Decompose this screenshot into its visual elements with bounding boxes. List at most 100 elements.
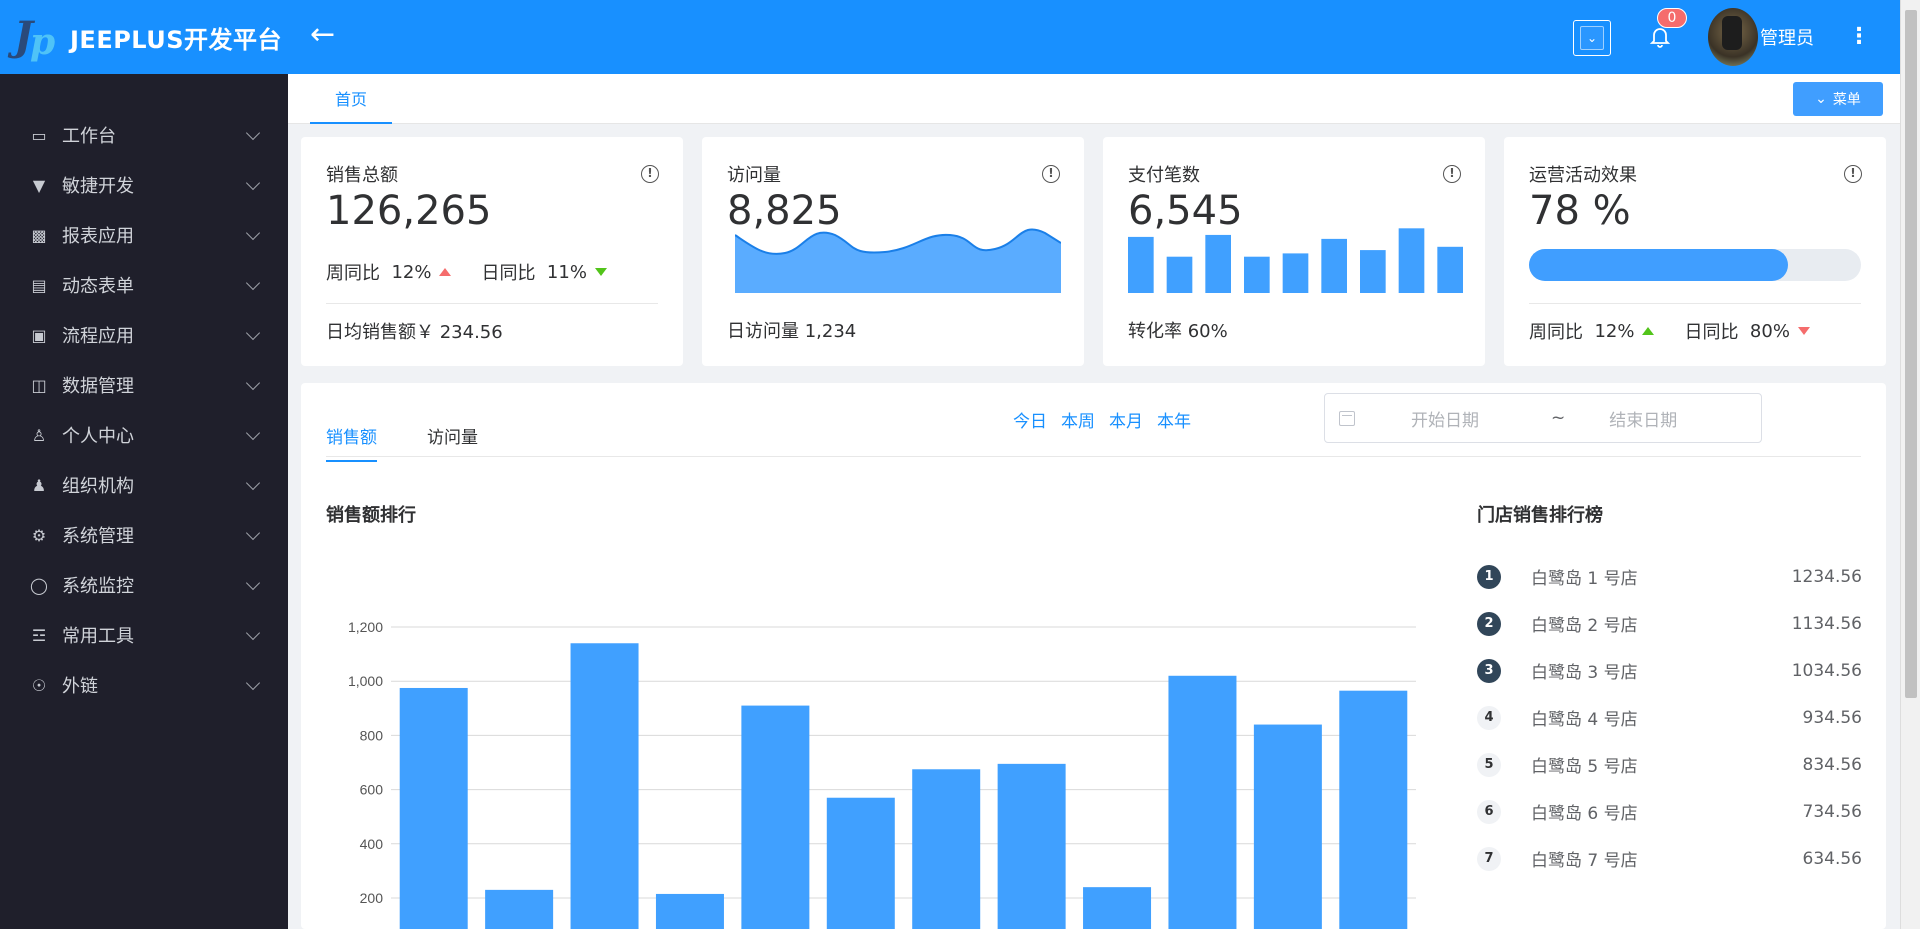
- card-visits: 访问量 ! 8,825 日访问量 1,234: [702, 137, 1084, 366]
- menu-button-label: 菜单: [1832, 92, 1861, 108]
- sidebar-item-7[interactable]: ♟ 组织机构: [0, 460, 288, 510]
- store-name: 白鹭岛 7 号店: [1531, 851, 1638, 871]
- back-arrow-icon[interactable]: ←: [310, 20, 335, 50]
- y-tick-label: 1,200: [348, 619, 383, 635]
- logo-area[interactable]: Jp JEEPLUS开发平台: [0, 0, 288, 74]
- gitlab-icon: ▼: [32, 175, 46, 195]
- chart-title: 销售额排行: [326, 505, 416, 526]
- mini-bar: [1244, 256, 1270, 293]
- mini-bar: [1437, 246, 1463, 293]
- sidebar-item-label: 个人中心: [62, 426, 134, 447]
- store-name: 白鹭岛 1 号店: [1531, 569, 1638, 589]
- date-separator: ~: [1551, 408, 1566, 428]
- store-sales-value: 834.56: [1802, 754, 1862, 775]
- mini-bar: [1360, 250, 1386, 293]
- bar[interactable]: [1083, 887, 1152, 929]
- range-month[interactable]: 本月: [1109, 407, 1143, 432]
- y-tick-label: 200: [360, 890, 384, 906]
- bar[interactable]: [570, 643, 639, 929]
- sidebar-item-1[interactable]: ▼ 敏捷开发: [0, 160, 288, 210]
- sidebar-item-2[interactable]: ▩ 报表应用: [0, 210, 288, 260]
- sidebar-item-6[interactable]: ♙ 个人中心: [0, 410, 288, 460]
- cubes-icon: ▣: [31, 325, 47, 345]
- sales-bar-chart: 200 400 600 800 1,000 1,200: [348, 619, 1416, 929]
- end-date-input[interactable]: 结束日期: [1609, 406, 1677, 431]
- bar[interactable]: [912, 769, 981, 929]
- ranking-list: 1 白鹭岛 1 号店 1234.56 2 白鹭岛 2 号店 1134.56 3 白鹭岛 3 号…: [1477, 553, 1862, 882]
- card-footer: 转化率 60%: [1128, 321, 1228, 342]
- bar[interactable]: [485, 889, 554, 929]
- week-value: 12%: [1594, 320, 1635, 342]
- day-label: 日同比: [481, 263, 536, 284]
- sidebar-item-4[interactable]: ▣ 流程应用: [0, 310, 288, 360]
- rank-number: 6: [1477, 799, 1501, 824]
- info-icon[interactable]: !: [641, 165, 659, 183]
- ranking-title: 门店销售排行榜: [1477, 505, 1603, 526]
- bar[interactable]: [826, 797, 895, 929]
- form-icon: ▤: [31, 275, 47, 295]
- sidebar-item-8[interactable]: ⚙ 系统管理: [0, 510, 288, 560]
- chevron-down-icon: [245, 525, 261, 541]
- chevron-down-icon: [245, 275, 261, 291]
- calendar-icon: [1339, 410, 1355, 426]
- sidebar-item-10[interactable]: ☲ 常用工具: [0, 610, 288, 660]
- ranking-row: 6 白鹭岛 6 号店 734.56: [1477, 788, 1862, 835]
- card-title: 访问量: [727, 165, 781, 186]
- bar[interactable]: [997, 763, 1066, 929]
- range-year[interactable]: 本年: [1157, 407, 1191, 432]
- bar[interactable]: [1253, 724, 1322, 929]
- tabs-divider: [326, 456, 1861, 457]
- sidebar-item-3[interactable]: ▤ 动态表单: [0, 260, 288, 310]
- store-name: 白鹭岛 6 号店: [1531, 804, 1638, 824]
- header-dropdown-button[interactable]: ⌄: [1573, 20, 1611, 56]
- store-sales-value: 634.56: [1802, 848, 1862, 869]
- sidebar-item-label: 动态表单: [62, 276, 134, 297]
- bar[interactable]: [655, 893, 724, 929]
- info-icon[interactable]: !: [1844, 165, 1862, 183]
- mini-bar: [1166, 256, 1193, 293]
- user-secret-icon: ♙: [31, 425, 47, 445]
- notification-badge: 0: [1657, 8, 1687, 28]
- menu-button[interactable]: ⌄ 菜单: [1793, 82, 1883, 116]
- sidebar-item-11[interactable]: ☉ 外链: [0, 660, 288, 710]
- store-name: 白鹭岛 3 号店: [1531, 663, 1638, 683]
- bar[interactable]: [741, 705, 810, 929]
- chevron-down-icon: [245, 425, 261, 441]
- date-range-picker[interactable]: 开始日期 ~ 结束日期: [1324, 393, 1762, 443]
- sidebar-item-9[interactable]: ◯ 系统监控: [0, 560, 288, 610]
- tab-home[interactable]: 首页: [310, 74, 392, 124]
- trend-up-icon: [1642, 327, 1655, 335]
- bar[interactable]: [1339, 690, 1408, 929]
- sidebar-item-label: 常用工具: [62, 626, 134, 647]
- info-icon[interactable]: !: [1042, 165, 1060, 183]
- user-name[interactable]: 管理员: [1760, 24, 1814, 50]
- week-trend: 周同比 12%: [1529, 318, 1655, 344]
- more-vertical-icon[interactable]: ⋮: [1848, 26, 1870, 48]
- store-sales-value: 1234.56: [1791, 566, 1862, 587]
- scroll-thumb[interactable]: [1905, 10, 1917, 698]
- range-week[interactable]: 本周: [1061, 407, 1095, 432]
- day-label: 日同比: [1684, 322, 1739, 343]
- start-date-input[interactable]: 开始日期: [1411, 406, 1521, 431]
- y-tick-label: 1,000: [348, 673, 383, 689]
- org-icon: ♟: [31, 475, 47, 495]
- bar[interactable]: [399, 687, 468, 929]
- card-sales-total: 销售总额 ! 126,265 周同比 12% 日同比 11% 日均销售额￥ 23…: [301, 137, 683, 366]
- bar[interactable]: [1168, 675, 1237, 929]
- mini-bar: [1128, 236, 1154, 293]
- page-scrollbar[interactable]: [1900, 0, 1920, 929]
- week-label: 周同比: [326, 263, 380, 284]
- ranking-row: 2 白鹭岛 2 号店 1134.56: [1477, 600, 1862, 647]
- sidebar-item-5[interactable]: ◫ 数据管理: [0, 360, 288, 410]
- sidebar-item-0[interactable]: ▭ 工作台: [0, 110, 288, 160]
- info-icon[interactable]: !: [1443, 165, 1461, 183]
- sidebar: ▭ 工作台 ▼ 敏捷开发 ▩ 报表应用 ▤ 动态表单 ▣ 流程应用 ◫ 数据管理 ♙ 个人中心 ♟ 组织机构 ⚙…: [0, 74, 288, 929]
- logo-icon: Jp: [14, 13, 56, 63]
- chevron-down-icon: [245, 575, 261, 591]
- sidebar-item-label: 系统管理: [62, 526, 134, 547]
- day-value: 11%: [546, 261, 587, 283]
- chevron-down-icon: [245, 125, 261, 141]
- range-today[interactable]: 今日: [1013, 407, 1047, 432]
- avatar[interactable]: [1708, 8, 1758, 66]
- store-sales-value: 1134.56: [1791, 613, 1862, 634]
